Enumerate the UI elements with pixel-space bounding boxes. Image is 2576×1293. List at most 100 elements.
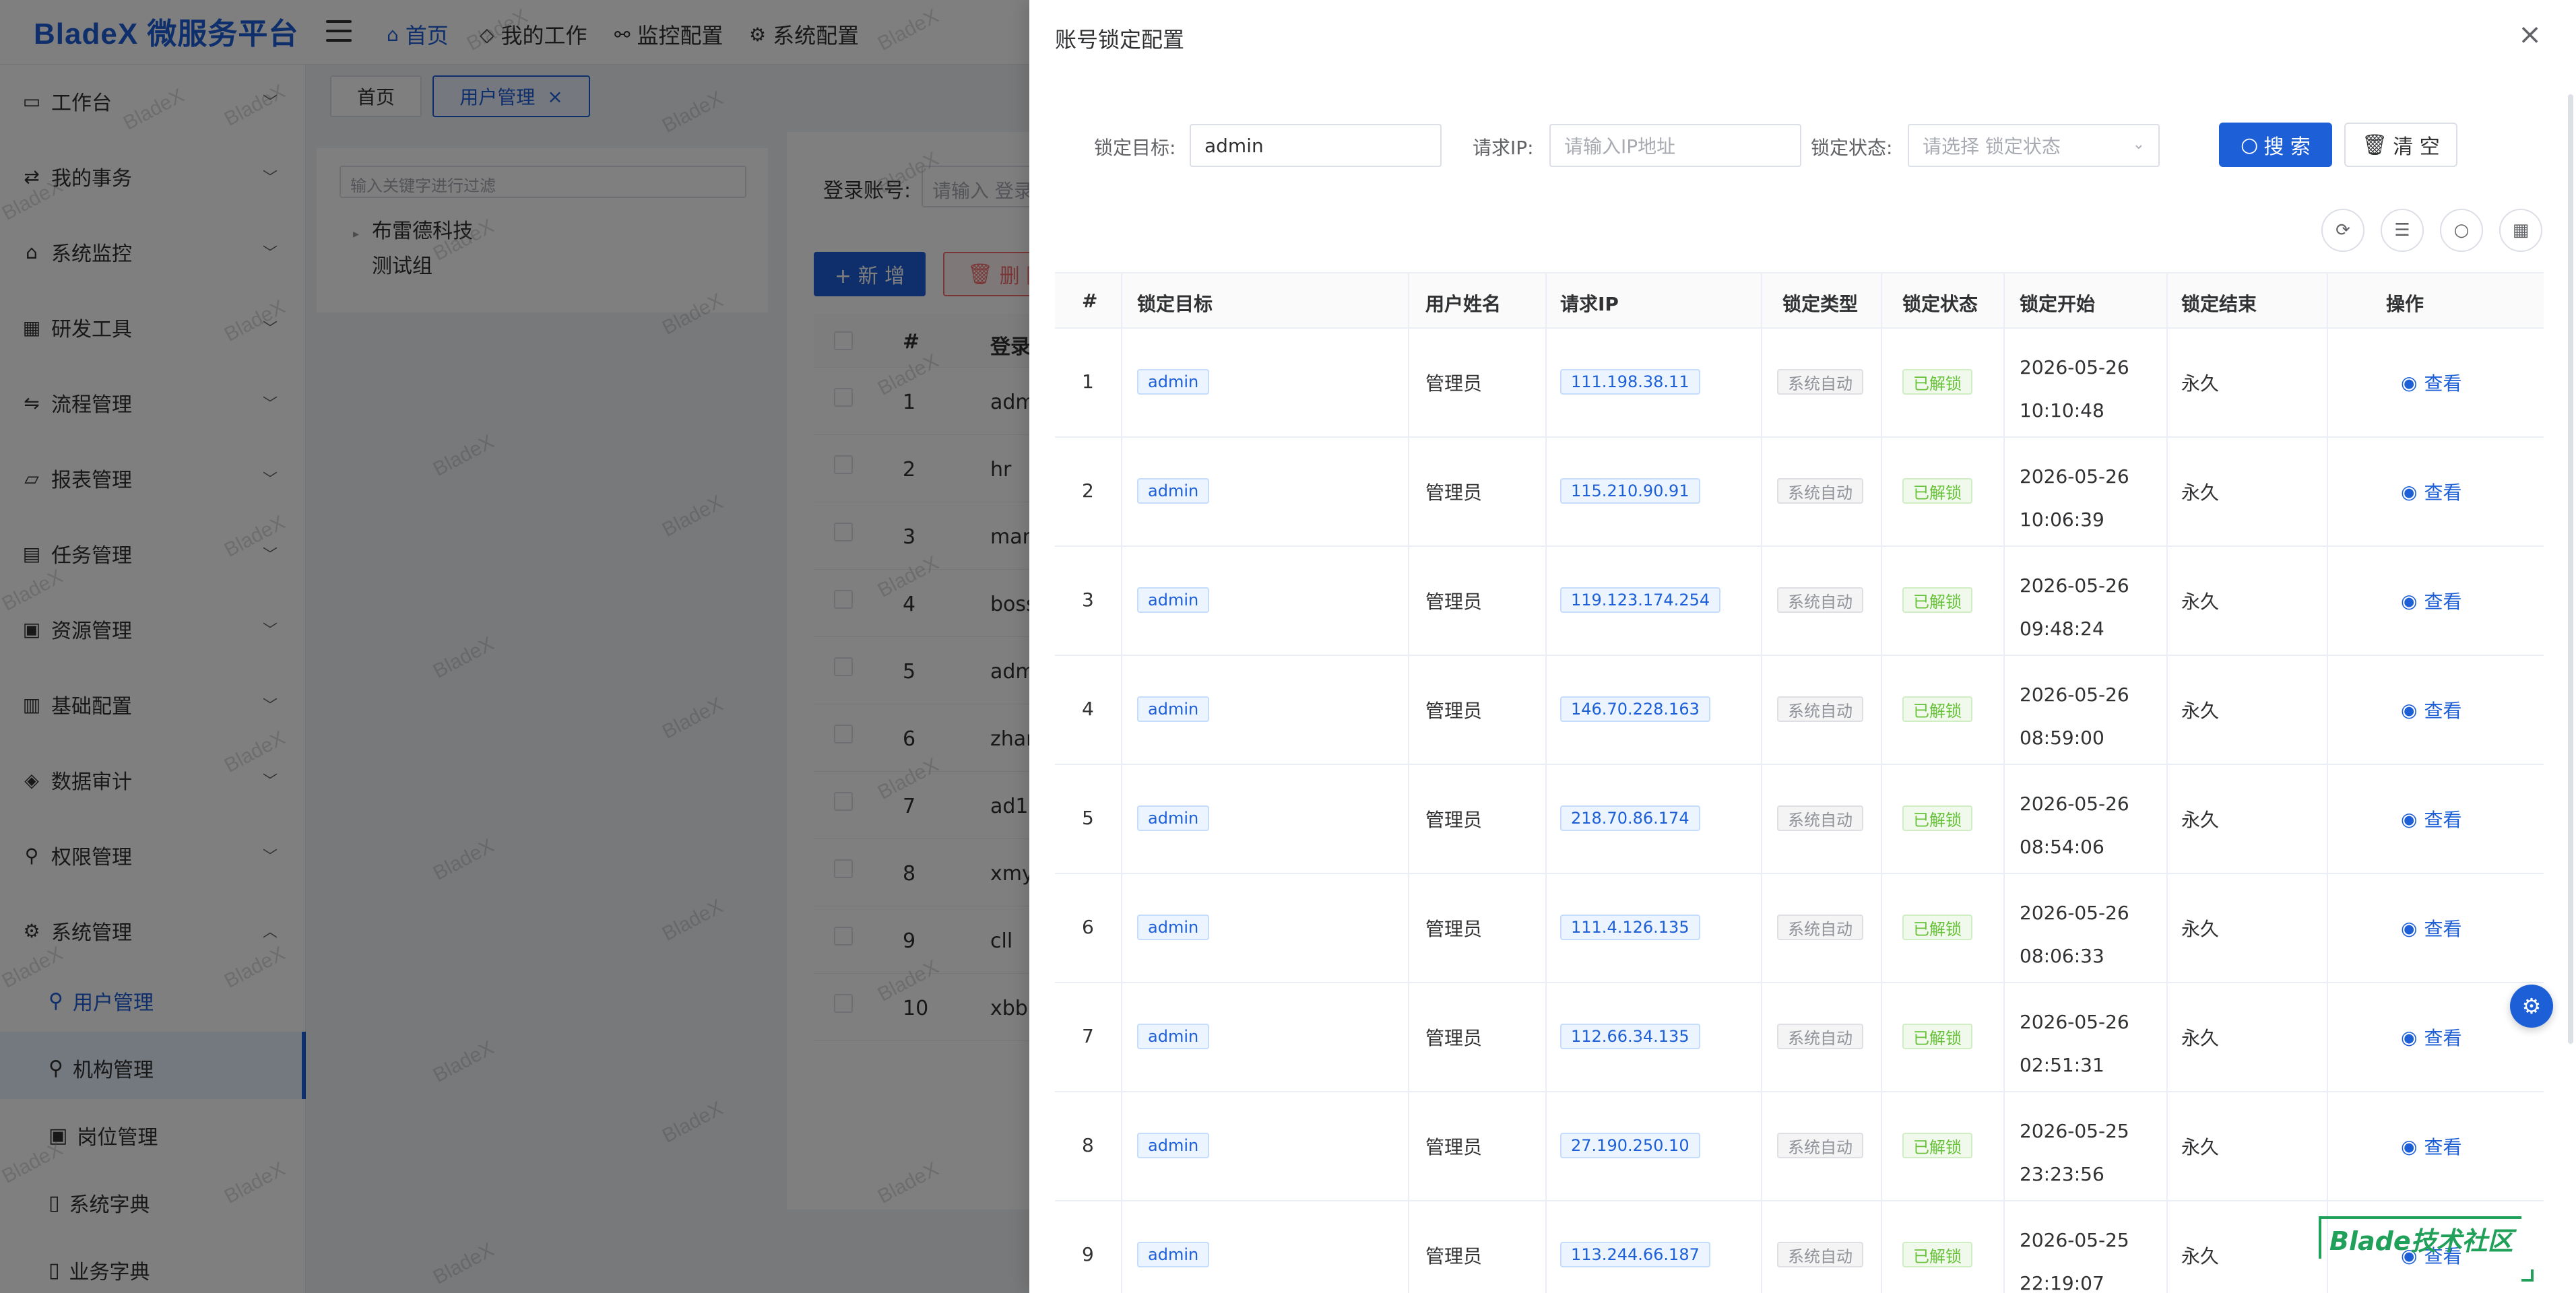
- lock-start: 2026-05-26 08:06:33: [2020, 892, 2168, 978]
- table-row[interactable]: 7 admin 管理员 112.66.34.135 系统自动 已解锁 2026-05-26 0…: [1055, 983, 2544, 1092]
- table-row[interactable]: 4 admin 管理员 146.70.228.163 系统自动 已解锁 2026-05-26…: [1055, 656, 2544, 765]
- lock-end: 永久: [2181, 918, 2220, 940]
- lock-target-tag: admin: [1137, 587, 1210, 613]
- view-button[interactable]: ◉ 查看: [2401, 696, 2461, 723]
- lock-status-label: 锁定状态:: [1811, 137, 1893, 159]
- row-index: 2: [1082, 479, 1094, 502]
- lock-start-date: 2026-05-25: [2020, 1120, 2129, 1142]
- lock-start-date: 2026-05-25: [2020, 1229, 2129, 1251]
- lock-state-tag: 已解锁: [1902, 696, 1972, 722]
- lock-target-input[interactable]: admin: [1190, 124, 1442, 167]
- lock-start-time: 10:06:39: [2020, 508, 2104, 531]
- lock-end: 永久: [2181, 1245, 2220, 1267]
- lock-state-tag: 已解锁: [1902, 805, 1972, 831]
- request-ip-tag: 27.190.250.10: [1560, 1133, 1700, 1158]
- user-name: 管理员: [1425, 372, 1483, 395]
- filter-icon[interactable]: ☰: [2381, 209, 2424, 252]
- lock-target-tag: admin: [1137, 805, 1210, 831]
- column-header: 锁定开始: [2020, 293, 2096, 315]
- lock-state-tag: 已解锁: [1902, 915, 1972, 940]
- lock-table-header: # 锁定目标 用户姓名 请求IP 锁定类型 锁定状态 锁定开始 锁定结束 操作: [1055, 273, 2544, 329]
- column-header: #: [1082, 290, 1098, 312]
- view-button[interactable]: ◉ 查看: [2401, 915, 2461, 941]
- lock-end: 永久: [2181, 1136, 2220, 1158]
- lock-start: 2026-05-26 10:10:48: [2020, 346, 2168, 432]
- table-row[interactable]: 2 admin 管理员 115.210.90.91 系统自动 已解锁 2026-05-26 1…: [1055, 438, 2544, 547]
- view-label: 查看: [2424, 591, 2462, 613]
- view-button[interactable]: ◉ 查看: [2401, 587, 2461, 614]
- request-ip-tag: 146.70.228.163: [1560, 696, 1710, 722]
- view-label: 查看: [2424, 700, 2462, 722]
- user-name: 管理员: [1425, 1027, 1483, 1049]
- lock-start: 2026-05-25 23:23:56: [2020, 1110, 2168, 1196]
- lock-start: 2026-05-25 22:19:07: [2020, 1219, 2168, 1293]
- lock-type-tag: 系统自动: [1777, 915, 1863, 940]
- row-index: 7: [1082, 1025, 1094, 1047]
- view-button[interactable]: ◉ 查看: [2401, 805, 2461, 832]
- eye-icon: ◉: [2401, 917, 2418, 939]
- lock-status-select[interactable]: 请选择 锁定状态 ⌄: [1908, 124, 2160, 167]
- table-row[interactable]: 8 admin 管理员 27.190.250.10 系统自动 已解锁 2026-05-25 2…: [1055, 1092, 2544, 1201]
- lock-start-date: 2026-05-26: [2020, 902, 2129, 924]
- lock-start-date: 2026-05-26: [2020, 574, 2129, 597]
- lock-start-time: 10:10:48: [2020, 399, 2104, 422]
- search-button[interactable]: ○ 搜 索: [2219, 123, 2332, 167]
- user-name: 管理员: [1425, 918, 1483, 940]
- lock-type-tag: 系统自动: [1777, 1133, 1863, 1158]
- lock-type-tag: 系统自动: [1777, 478, 1863, 504]
- lock-start-time: 23:23:56: [2020, 1163, 2104, 1185]
- lock-start-time: 02:51:31: [2020, 1054, 2104, 1076]
- lock-state-tag: 已解锁: [1902, 587, 1972, 613]
- column-header: 锁定结束: [2181, 293, 2257, 315]
- grid-icon[interactable]: ▦: [2499, 209, 2542, 252]
- row-index: 9: [1082, 1243, 1094, 1265]
- eye-icon: ◉: [2401, 807, 2418, 830]
- user-name: 管理员: [1425, 482, 1483, 504]
- request-ip-tag: 113.244.66.187: [1560, 1242, 1710, 1267]
- eye-icon: ◉: [2401, 1135, 2418, 1158]
- column-header: 用户姓名: [1425, 293, 1502, 315]
- search-icon[interactable]: ○: [2440, 209, 2483, 252]
- row-index: 6: [1082, 916, 1094, 938]
- lock-type-tag: 系统自动: [1777, 805, 1863, 831]
- row-index: 5: [1082, 807, 1094, 829]
- column-header: 操作: [2386, 293, 2424, 315]
- view-button[interactable]: ◉ 查看: [2401, 1024, 2461, 1051]
- lock-start-time: 22:19:07: [2020, 1272, 2104, 1293]
- view-label: 查看: [2424, 918, 2462, 940]
- row-index: 8: [1082, 1134, 1094, 1156]
- lock-end: 永久: [2181, 372, 2220, 395]
- lock-type-tag: 系统自动: [1777, 696, 1863, 722]
- lock-target-tag: admin: [1137, 1133, 1210, 1158]
- lock-target-tag: admin: [1137, 915, 1210, 940]
- request-ip-tag: 112.66.34.135: [1560, 1024, 1700, 1049]
- table-row[interactable]: 1 admin 管理员 111.198.38.11 系统自动 已解锁 2026-05-26 1…: [1055, 329, 2544, 438]
- request-ip-tag: 111.198.38.11: [1560, 369, 1700, 395]
- table-row[interactable]: 6 admin 管理员 111.4.126.135 系统自动 已解锁 2026-05-26 0…: [1055, 874, 2544, 983]
- row-index: 1: [1082, 370, 1094, 393]
- lock-state-tag: 已解锁: [1902, 1024, 1972, 1049]
- view-button[interactable]: ◉ 查看: [2401, 369, 2461, 396]
- lock-start-date: 2026-05-26: [2020, 793, 2129, 815]
- view-button[interactable]: ◉ 查看: [2401, 1133, 2461, 1160]
- table-row[interactable]: 3 admin 管理员 119.123.174.254 系统自动 已解锁 2026-05-2…: [1055, 547, 2544, 656]
- request-ip-tag: 218.70.86.174: [1560, 805, 1700, 831]
- account-lock-drawer: 账号锁定配置 × 锁定目标: admin 请求IP: 请输入IP地址 锁定状态:…: [1029, 0, 2576, 1293]
- refresh-icon[interactable]: ⟳: [2321, 209, 2364, 252]
- view-label: 查看: [2424, 809, 2462, 831]
- view-button[interactable]: ◉ 查看: [2401, 478, 2461, 505]
- lock-type-tag: 系统自动: [1777, 369, 1863, 395]
- drawer-scrollbar[interactable]: [2568, 94, 2573, 1044]
- lock-start: 2026-05-26 02:51:31: [2020, 1001, 2168, 1087]
- settings-float-button[interactable]: ⚙: [2510, 985, 2553, 1028]
- close-icon[interactable]: ×: [2518, 20, 2542, 48]
- lock-type-tag: 系统自动: [1777, 1024, 1863, 1049]
- clear-button[interactable]: 🗑 清 空: [2344, 123, 2457, 167]
- table-row[interactable]: 5 admin 管理员 218.70.86.174 系统自动 已解锁 2026-05-26 0…: [1055, 765, 2544, 874]
- lock-start-date: 2026-05-26: [2020, 356, 2129, 378]
- lock-end: 永久: [2181, 809, 2220, 831]
- request-ip-input[interactable]: 请输入IP地址: [1549, 124, 1801, 167]
- gear-icon: ⚙: [2521, 993, 2542, 1019]
- lock-start-time: 08:54:06: [2020, 836, 2104, 858]
- lock-start-date: 2026-05-26: [2020, 465, 2129, 488]
